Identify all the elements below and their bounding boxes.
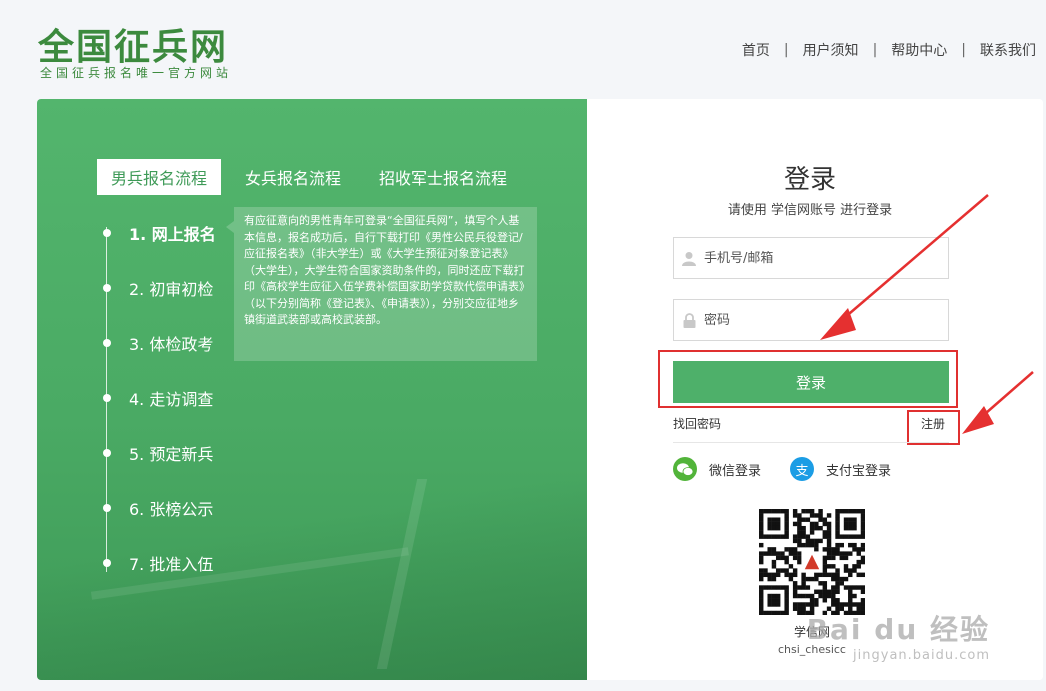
step-label: 5. 预定新兵 <box>129 445 214 464</box>
step-info-tooltip: 有应征意向的男性青年可登录“全国征兵网”，填写个人基本信息，报名成功后，自行下载… <box>226 207 537 361</box>
alipay-login-label: 支付宝登录 <box>826 463 892 479</box>
step-dot-icon <box>103 559 111 567</box>
tab-male-process[interactable]: 男兵报名流程 <box>97 159 222 195</box>
nav-help-center[interactable]: 帮助中心 <box>891 40 947 60</box>
step-item: 3. 体检政考 <box>103 331 213 355</box>
step-dot-icon <box>103 339 111 347</box>
divider <box>673 442 949 443</box>
user-icon <box>674 238 704 278</box>
watermark: Bai du 经验 jingyan.baidu.com <box>807 608 990 663</box>
password-input[interactable] <box>704 312 934 328</box>
nav-user-notice[interactable]: 用户须知 <box>803 40 859 60</box>
step-item: 2. 初审初检 <box>103 276 213 300</box>
site-header: 全国征兵网 全国征兵报名唯一官方网站 首页 | 用户须知 | 帮助中心 | 联系… <box>0 0 1046 98</box>
site-logo[interactable]: 全国征兵网 <box>38 18 228 70</box>
step-label: 6. 张榜公示 <box>129 500 214 519</box>
login-button[interactable]: 登录 <box>673 361 949 403</box>
username-field[interactable] <box>673 237 949 279</box>
main-card: 男兵报名流程 女兵报名流程 招收军士报名流程 1. 网上报名 2. 初审初检 3… <box>37 99 1043 680</box>
login-title: 登录 <box>783 165 836 195</box>
lock-icon <box>674 300 704 340</box>
step-label: 1. 网上报名 <box>129 225 216 244</box>
wechat-login-label: 微信登录 <box>709 463 762 479</box>
tab-female-process[interactable]: 女兵报名流程 <box>231 159 355 195</box>
username-input[interactable] <box>704 250 934 266</box>
nav-separator: | <box>783 42 789 58</box>
watermark-logo: Bai du 经验 <box>806 613 990 646</box>
tab-nco-process[interactable]: 招收军士报名流程 <box>365 159 521 195</box>
wechat-login-button[interactable]: 微信登录 <box>673 457 761 481</box>
step-label: 7. 批准入伍 <box>129 555 214 574</box>
process-steps: 1. 网上报名 2. 初审初检 3. 体检政考 4. 走访调查 5. 预定新兵 … <box>103 209 223 589</box>
step-item: 5. 预定新兵 <box>103 441 213 465</box>
watermark-url: jingyan.baidu.com <box>853 648 990 663</box>
process-tabs: 男兵报名流程 女兵报名流程 招收军士报名流程 <box>97 159 531 195</box>
step-dot-icon <box>103 449 111 457</box>
step-label: 4. 走访调查 <box>129 390 214 409</box>
step-item: 6. 张榜公示 <box>103 496 213 520</box>
step-dot-icon <box>103 229 111 237</box>
login-panel: 登录 请使用 学信网账号 进行登录 登录 找回密码 注册 微信登录 <box>587 99 1043 680</box>
login-subtitle: 请使用 学信网账号 进行登录 <box>727 203 893 218</box>
site-slogan: 全国征兵报名唯一官方网站 <box>40 66 233 80</box>
password-field[interactable] <box>673 299 949 341</box>
step-item: 1. 网上报名 <box>103 221 216 245</box>
step-dot-icon <box>103 394 111 402</box>
step-dot-icon <box>103 284 111 292</box>
wechat-icon <box>673 457 697 481</box>
top-nav: 首页 | 用户须知 | 帮助中心 | 联系我们 <box>742 40 1036 60</box>
step-dot-icon <box>103 504 111 512</box>
step-label: 3. 体检政考 <box>129 335 214 354</box>
step-item: 7. 批准入伍 <box>103 551 213 575</box>
nav-separator: | <box>961 42 966 58</box>
register-link[interactable]: 注册 <box>921 415 945 432</box>
step-item: 4. 走访调查 <box>103 386 213 410</box>
qr-code <box>759 509 865 615</box>
forgot-password-link[interactable]: 找回密码 <box>673 415 721 432</box>
process-panel: 男兵报名流程 女兵报名流程 招收军士报名流程 1. 网上报名 2. 初审初检 3… <box>37 99 588 680</box>
alipay-icon: 支 <box>790 457 814 481</box>
step-label: 2. 初审初检 <box>129 280 214 299</box>
nav-home[interactable]: 首页 <box>742 40 770 60</box>
nav-separator: | <box>872 42 878 58</box>
nav-contact-us[interactable]: 联系我们 <box>980 40 1036 60</box>
alipay-login-button[interactable]: 支 支付宝登录 <box>790 457 891 481</box>
